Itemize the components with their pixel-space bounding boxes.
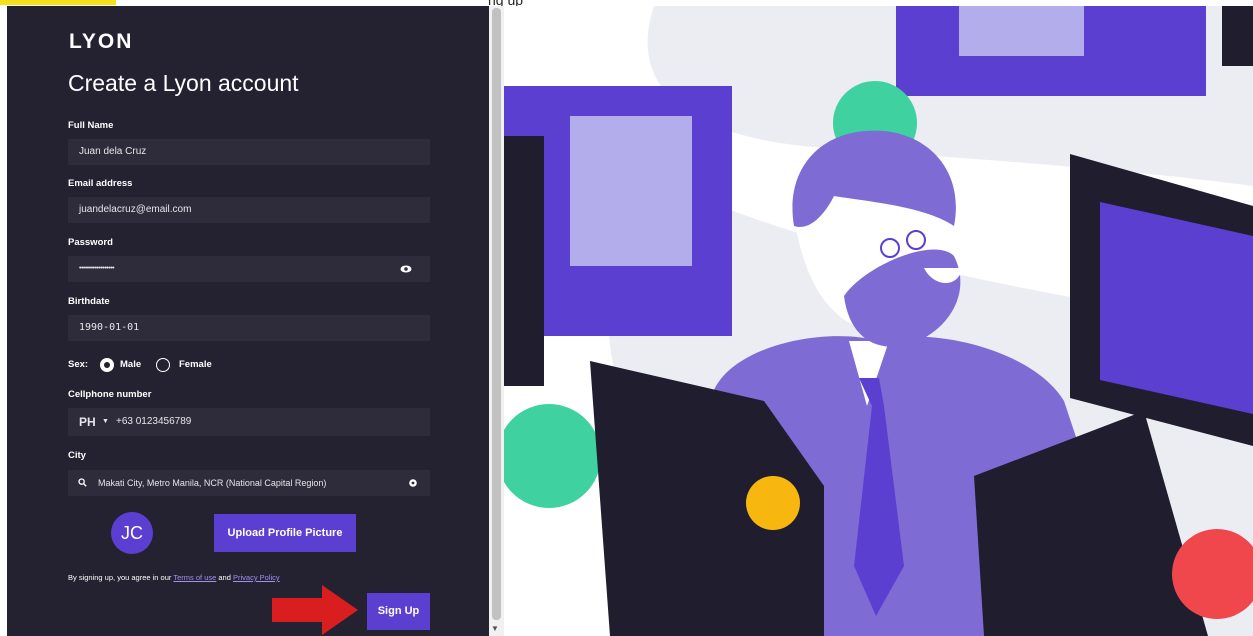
city-label: City [68, 450, 86, 461]
password-label: Password [68, 237, 113, 248]
scrollbar-thumb[interactable] [492, 8, 501, 620]
male-radio[interactable] [100, 358, 114, 372]
avatar: JC [111, 512, 153, 554]
page-title: Create a Lyon account [68, 70, 299, 96]
red-arrow-annotation [272, 585, 358, 635]
email-input[interactable]: juandelacruz@email.com [68, 197, 430, 223]
terms-text: By signing up, you agree in our Terms of… [68, 573, 280, 582]
privacy-policy-link[interactable]: Privacy Policy [233, 573, 280, 582]
female-radio[interactable] [156, 358, 170, 372]
country-code[interactable]: PH [79, 408, 96, 436]
cellphone-input[interactable]: PH ▼ +63 0123456789 [68, 408, 430, 436]
terms-prefix: By signing up, you agree in our [68, 573, 174, 582]
female-label: Female [179, 359, 212, 370]
search-icon [78, 478, 87, 487]
chevron-down-icon[interactable]: ▼ [102, 408, 109, 436]
scroll-down-icon[interactable]: ▼ [491, 624, 499, 633]
terms-of-use-link[interactable]: Terms of use [173, 573, 216, 582]
highlight-mark [0, 0, 116, 5]
city-input[interactable]: Makati City, Metro Manila, NCR (National… [68, 470, 430, 496]
sex-label: Sex: [68, 359, 89, 370]
lyon-logo: LYON [69, 30, 134, 53]
locate-icon[interactable] [408, 478, 418, 488]
full-name-label: Full Name [68, 120, 114, 131]
sign-up-button[interactable]: Sign Up [367, 593, 430, 630]
phone-number: +63 0123456789 [116, 416, 192, 427]
eye-icon[interactable] [400, 265, 412, 273]
illustration [504, 6, 1253, 636]
birthdate-label: Birthdate [68, 296, 110, 307]
full-name-input[interactable]: Juan dela Cruz [68, 139, 430, 165]
birthdate-input[interactable]: 1990-01-01 [68, 315, 430, 341]
email-label: Email address [68, 178, 133, 189]
upload-profile-picture-button[interactable]: Upload Profile Picture [214, 514, 356, 552]
terms-and: and [216, 573, 233, 582]
password-input[interactable]: •••••••••••••••••• [68, 256, 430, 282]
cellphone-label: Cellphone number [68, 389, 152, 400]
male-label: Male [120, 359, 142, 370]
